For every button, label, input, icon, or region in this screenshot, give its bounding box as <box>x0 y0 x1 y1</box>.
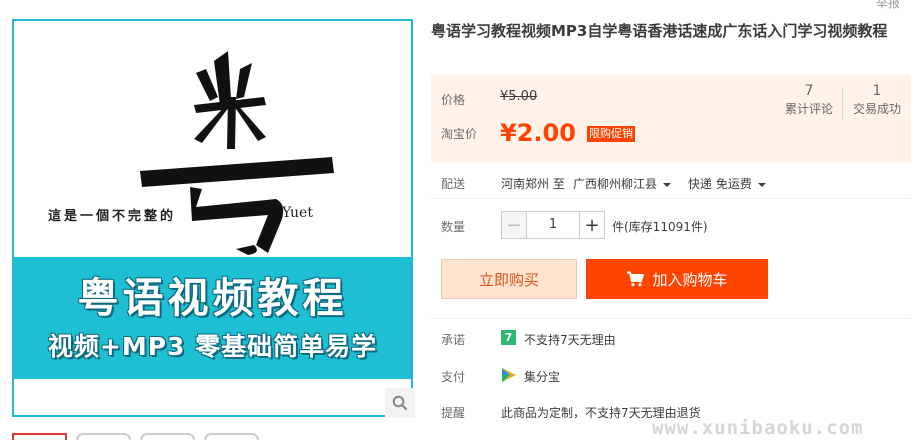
zoom-button[interactable] <box>385 388 415 418</box>
price-panel: 价格 ¥5.00 淘宝价 ¥2.00 限购促销 7 累计评论 1 交易成功 <box>431 75 911 163</box>
seven-day-icon: 7 <box>501 330 516 345</box>
divider <box>431 318 911 319</box>
chevron-down-icon <box>757 182 766 187</box>
shipping-origin: 河南郑州 至 <box>501 177 565 191</box>
shipping-method: 快递 免运费 <box>688 177 752 191</box>
quantity-decrease-button[interactable]: − <box>501 211 527 239</box>
reviews-label: 累计评论 <box>784 102 833 116</box>
image-banner-title: 粤语视频教程 <box>77 274 348 322</box>
quantity-input[interactable]: 1 <box>527 211 579 239</box>
promise-text[interactable]: 不支持7天无理由 <box>524 331 616 348</box>
divider <box>431 198 911 199</box>
payment-text[interactable]: 集分宝 <box>524 368 560 385</box>
thumbnail-strip <box>12 433 312 440</box>
jifenbao-icon <box>502 368 516 382</box>
report-link[interactable]: 举报 <box>876 0 900 11</box>
shipping-destination-select[interactable]: 广西柳州柳江县 <box>573 175 672 192</box>
product-title: 粤语学习教程视频MP3自学粤语香港话速成广东话入门学习视频教程 <box>431 22 888 40</box>
shipping-method-select[interactable]: 快递 免运费 <box>688 175 766 192</box>
thumbnail-4[interactable] <box>204 433 259 440</box>
add-to-cart-button[interactable]: 加入购物车 <box>586 259 768 299</box>
search-icon <box>392 395 408 411</box>
shipping-label: 配送 <box>441 177 466 191</box>
reviews-stat[interactable]: 7 累计评论 <box>776 82 842 118</box>
thumbnail-1[interactable] <box>12 433 67 440</box>
cart-icon <box>627 271 645 287</box>
payment-label: 支付 <box>441 370 466 384</box>
chevron-down-icon <box>663 182 672 187</box>
stat-divider <box>842 87 843 119</box>
image-tagline: 這是一個不完整的 <box>48 209 177 224</box>
original-price: ¥5.00 <box>500 89 538 104</box>
deals-count: 1 <box>872 83 882 99</box>
price-label: 价格 <box>441 93 466 107</box>
deals-stat[interactable]: 1 交易成功 <box>844 82 910 118</box>
deals-label: 交易成功 <box>852 102 901 116</box>
product-main-image[interactable]: 這是一個不完整的 Yuet 粤语视频教程 视频+MP3 零基础简单易学 <box>12 19 413 417</box>
promise-label: 承诺 <box>441 333 466 347</box>
shipping-destination: 广西柳州柳江县 <box>573 177 658 191</box>
quantity-increase-button[interactable]: + <box>579 211 605 239</box>
image-tagline-yuet: Yuet <box>282 205 313 221</box>
add-to-cart-label: 加入购物车 <box>652 270 728 289</box>
promo-price: ¥2.00 <box>500 119 576 147</box>
site-watermark: www.xunibaoku.com <box>652 417 864 439</box>
taobao-price-label: 淘宝价 <box>441 127 478 141</box>
quantity-stepper: − 1 + <box>501 211 605 239</box>
yue-calligraphy-image <box>140 51 334 255</box>
reminder-label: 提醒 <box>441 406 466 420</box>
buy-now-button[interactable]: 立即购买 <box>441 259 577 299</box>
stock-info: 件(库存11091件) <box>612 220 708 234</box>
thumbnail-3[interactable] <box>140 433 195 440</box>
promo-badge: 限购促销 <box>587 126 635 142</box>
image-banner-subtitle: 视频+MP3 零基础简单易学 <box>47 332 378 361</box>
quantity-label: 数量 <box>441 220 466 234</box>
reviews-count: 7 <box>804 83 814 99</box>
thumbnail-2[interactable] <box>76 433 131 440</box>
